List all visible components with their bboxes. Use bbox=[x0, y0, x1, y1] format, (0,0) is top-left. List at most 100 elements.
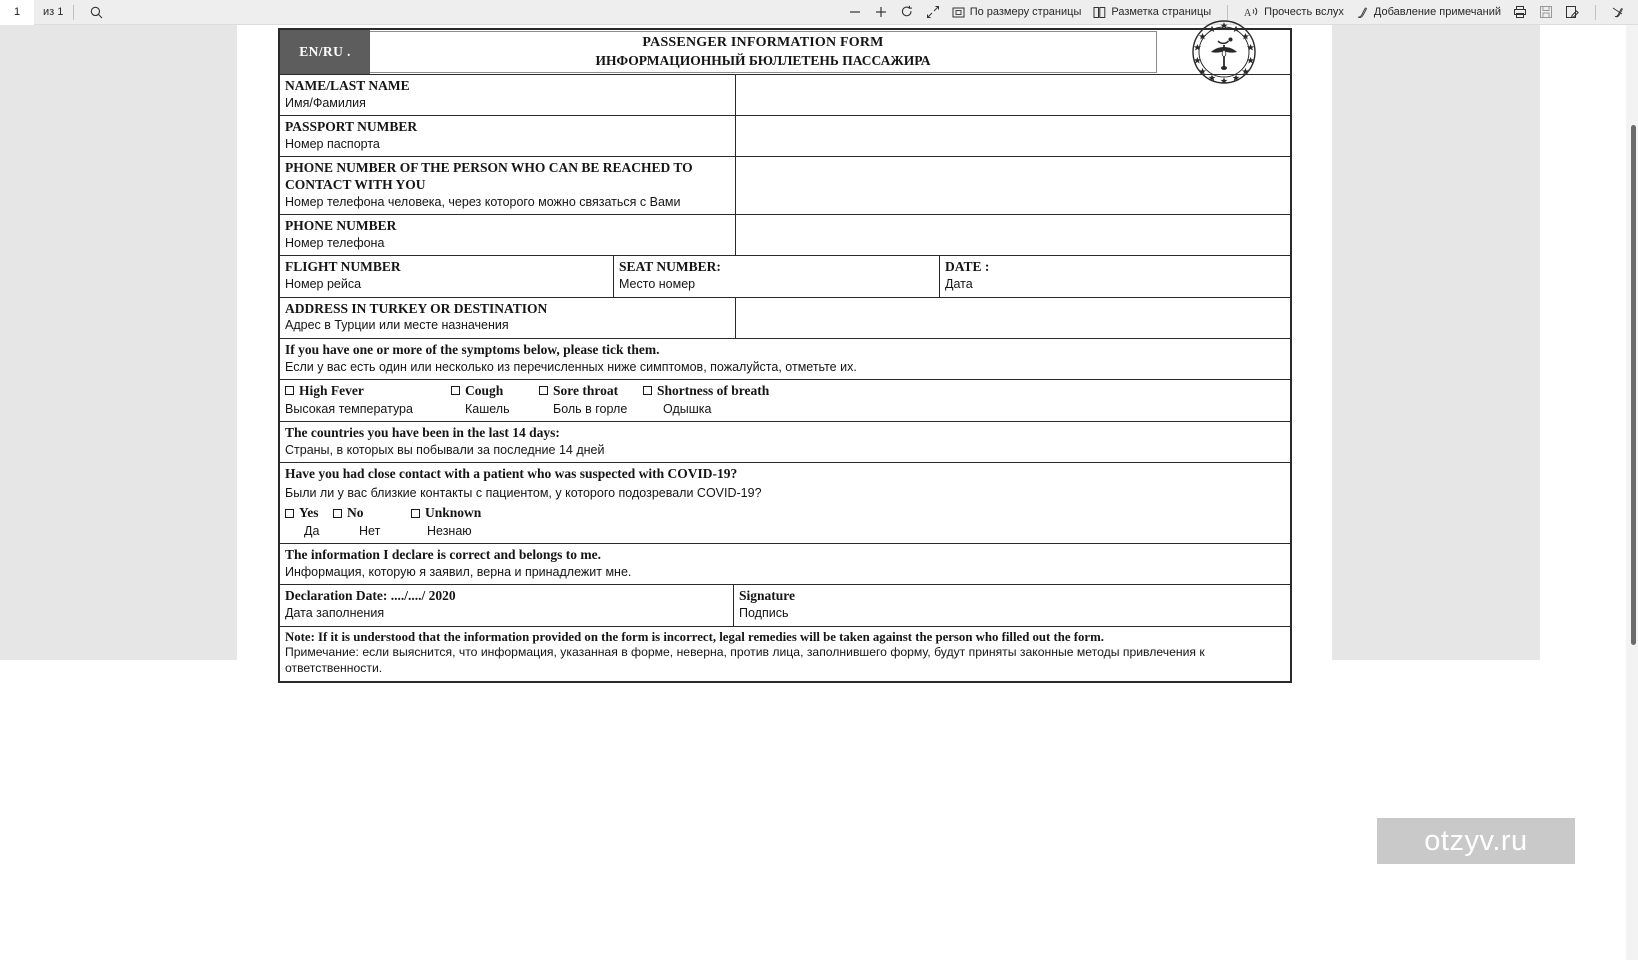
field-label-name: NAME/LAST NAME Имя/Фамилия bbox=[280, 75, 736, 116]
field-row-address: ADDRESS IN TURKEY OR DESTINATION Адрес в… bbox=[280, 297, 1290, 339]
countries-label-en: The countries you have been in the last … bbox=[285, 424, 560, 440]
declaration-date-label-ru: Дата заполнения bbox=[285, 606, 385, 621]
field-date[interactable]: DATE : Дата bbox=[940, 256, 1290, 296]
covid-contact-row: Have you had close contact with a patien… bbox=[280, 463, 1290, 545]
declaration-text-ru: Информация, которую я заявил, верна и пр… bbox=[285, 565, 632, 580]
checkbox-no[interactable] bbox=[333, 508, 342, 518]
read-aloud-label: Прочесть вслух bbox=[1264, 6, 1344, 18]
note-text-en: Note: If it is understood that the infor… bbox=[285, 629, 1104, 644]
watermark: otzyv.ru bbox=[1377, 818, 1575, 864]
checkbox-cough[interactable] bbox=[451, 386, 460, 396]
scrollbar-thumb[interactable] bbox=[1631, 125, 1636, 645]
field-label-date-en: DATE : bbox=[945, 259, 990, 275]
covid-label-no-en: No bbox=[347, 505, 364, 521]
symptom-label-sore-throat-en: Sore throat bbox=[553, 382, 619, 398]
draw-button[interactable] bbox=[1559, 0, 1585, 25]
field-value-name[interactable] bbox=[736, 75, 1290, 115]
rotate-button[interactable] bbox=[894, 0, 920, 25]
declaration-text-en: The information I declare is correct and… bbox=[285, 547, 601, 563]
print-icon bbox=[1513, 5, 1527, 19]
zoom-out-button[interactable] bbox=[842, 0, 868, 25]
covid-option-yes[interactable]: Yes bbox=[285, 505, 333, 522]
print-button[interactable] bbox=[1507, 0, 1533, 25]
countries-field[interactable]: The countries you have been in the last … bbox=[280, 422, 1290, 462]
symptom-label-sore-throat-ru: Боль в горле bbox=[553, 401, 628, 416]
form-title-en: PASSENGER INFORMATION FORM bbox=[642, 35, 884, 51]
field-label-phone-ru: Номер телефона bbox=[285, 236, 385, 251]
field-seat-number[interactable]: SEAT NUMBER: Место номер bbox=[614, 256, 940, 297]
covid-contact-question-ru: Были ли у вас близкие контакты с пациент… bbox=[285, 485, 762, 500]
field-value-passport[interactable] bbox=[736, 116, 1290, 156]
svg-text:A: A bbox=[1244, 8, 1252, 19]
language-badge: EN/RU . bbox=[280, 30, 370, 74]
field-label-date-ru: Дата bbox=[945, 277, 973, 292]
current-page-input[interactable]: 1 bbox=[0, 0, 34, 25]
add-notes-button[interactable]: Добавление примечаний bbox=[1350, 0, 1507, 25]
symptom-option-sore-throat[interactable]: Sore throat bbox=[539, 383, 643, 400]
covid-label-unknown-ru: Незнаю bbox=[427, 524, 472, 538]
fullscreen-icon bbox=[926, 5, 940, 19]
save-button[interactable] bbox=[1533, 0, 1559, 25]
zoom-in-button[interactable] bbox=[868, 0, 894, 25]
declaration-date-field[interactable]: Declaration Date: ..../..../ 2020 Дата з… bbox=[280, 585, 734, 626]
checkbox-yes[interactable] bbox=[285, 508, 294, 518]
declaration-date-signature-row: Declaration Date: ..../..../ 2020 Дата з… bbox=[280, 585, 1290, 627]
field-value-phone[interactable] bbox=[736, 215, 1290, 255]
page-layout-icon bbox=[1093, 6, 1106, 19]
field-label-passport-en: PASSPORT NUMBER bbox=[285, 119, 418, 135]
field-row-flight: FLIGHT NUMBER Номер рейса SEAT NUMBER: М… bbox=[280, 256, 1290, 298]
field-label-seat-ru: Место номер bbox=[619, 277, 696, 292]
signature-field[interactable]: Signature Подпись bbox=[734, 585, 1290, 625]
symptoms-options: High Fever Cough Sore throat Shortness o… bbox=[280, 380, 1290, 421]
covid-label-yes-ru: Да bbox=[304, 524, 320, 538]
field-row-passport: PASSPORT NUMBER Номер паспорта bbox=[280, 116, 1290, 158]
symptom-option-cough[interactable]: Cough bbox=[451, 383, 539, 400]
rotate-icon bbox=[900, 5, 914, 19]
page-count-label: из 1 bbox=[43, 6, 64, 18]
symptoms-prompt: If you have one or more of the symptoms … bbox=[280, 339, 1290, 379]
note-block: Note: If it is understood that the infor… bbox=[280, 627, 1290, 682]
declaration-block: The information I declare is correct and… bbox=[280, 544, 1290, 584]
covid-option-unknown[interactable]: Unknown bbox=[411, 505, 481, 522]
checkbox-shortness-of-breath[interactable] bbox=[643, 386, 652, 396]
field-label-address: ADDRESS IN TURKEY OR DESTINATION Адрес в… bbox=[280, 297, 736, 338]
form-title-block: PASSENGER INFORMATION FORM ИНФОРМАЦИОННЫ… bbox=[370, 31, 1157, 73]
highlight-button[interactable] bbox=[1606, 0, 1632, 25]
covid-option-no[interactable]: No bbox=[333, 505, 411, 522]
field-row-emergency-phone: PHONE NUMBER OF THE PERSON WHO CAN BE RE… bbox=[280, 157, 1290, 216]
save-icon bbox=[1539, 5, 1553, 19]
fit-page-button[interactable]: По размеру страницы bbox=[946, 0, 1088, 25]
signature-label-en: Signature bbox=[739, 588, 796, 604]
field-label-passport-ru: Номер паспорта bbox=[285, 137, 380, 151]
symptom-option-high-fever[interactable]: High Fever bbox=[285, 383, 451, 400]
covid-label-no-ru: Нет bbox=[359, 524, 381, 538]
symptoms-prompt-ru: Если у вас есть один или несколько из пе… bbox=[285, 359, 857, 374]
seal-container bbox=[1157, 20, 1290, 84]
countries-row: The countries you have been in the last … bbox=[280, 422, 1290, 463]
passenger-information-form: EN/RU . PASSENGER INFORMATION FORM ИНФОР… bbox=[278, 20, 1292, 684]
checkbox-sore-throat[interactable] bbox=[539, 386, 548, 396]
vertical-scrollbar[interactable] bbox=[1626, 25, 1638, 960]
checkbox-high-fever[interactable] bbox=[285, 386, 294, 396]
symptom-label-shortness-of-breath-en: Shortness of breath bbox=[657, 382, 770, 398]
covid-contact-question-en: Have you had close contact with a patien… bbox=[285, 466, 738, 481]
highlighter-icon bbox=[1612, 5, 1626, 19]
zoom-in-icon bbox=[874, 5, 888, 19]
toolbar-divider bbox=[73, 4, 75, 20]
field-value-address[interactable] bbox=[736, 298, 1290, 338]
symptom-label-cough-ru: Кашель bbox=[465, 401, 510, 416]
symptom-option-shortness-of-breath[interactable]: Shortness of breath bbox=[643, 383, 769, 400]
search-button[interactable] bbox=[84, 0, 109, 25]
note-text-ru: Примечание: если выяснится, что информац… bbox=[285, 645, 1205, 676]
field-label-address-ru: Адрес в Турции или месте назначения bbox=[285, 318, 509, 333]
field-flight-number[interactable]: FLIGHT NUMBER Номер рейса bbox=[280, 256, 614, 297]
checkbox-unknown[interactable] bbox=[411, 508, 420, 518]
fullscreen-button[interactable] bbox=[920, 0, 946, 25]
symptoms-row: High Fever Cough Sore throat Shortness o… bbox=[280, 380, 1290, 422]
toolbar-divider-2 bbox=[1227, 4, 1229, 20]
field-value-emergency-phone[interactable] bbox=[736, 157, 1290, 214]
covid-label-unknown-en: Unknown bbox=[425, 505, 482, 521]
search-icon bbox=[90, 6, 103, 19]
countries-label-ru: Страны, в которых вы побывали за последн… bbox=[285, 442, 605, 457]
field-row-name: NAME/LAST NAME Имя/Фамилия bbox=[280, 75, 1290, 117]
